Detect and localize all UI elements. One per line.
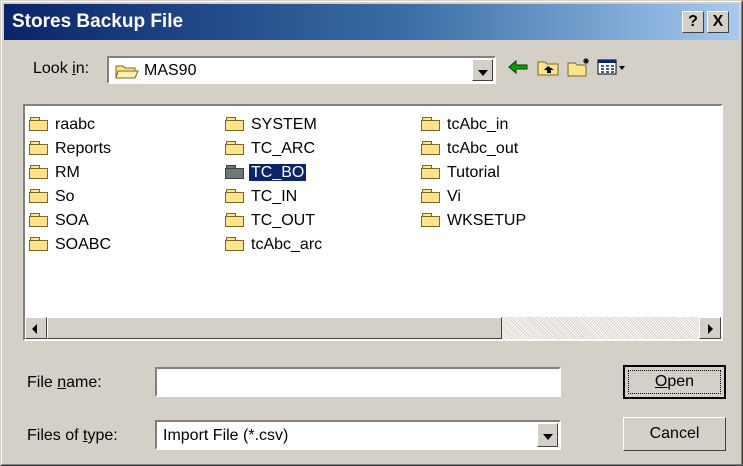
folder-icon xyxy=(29,213,49,228)
folder-icon xyxy=(29,117,49,132)
list-item[interactable]: Vi xyxy=(421,186,463,208)
dialog-title: Stores Backup File xyxy=(12,11,184,32)
folder-icon xyxy=(225,117,245,132)
list-item[interactable]: tcAbc_out xyxy=(421,138,520,160)
folder-icon xyxy=(29,237,49,252)
folder-icon xyxy=(225,213,245,228)
folder-list[interactable]: raabc Reports RM So SOA SOABC SYSTEM TC_… xyxy=(23,104,723,341)
list-item[interactable]: tcAbc_arc xyxy=(225,234,324,256)
folder-icon xyxy=(225,165,245,180)
list-item[interactable]: Tutorial xyxy=(421,162,502,184)
stores-backup-dialog: Stores Backup File ? X Look in: MAS90 ra… xyxy=(0,0,743,466)
open-button[interactable]: Open xyxy=(623,365,726,399)
list-item[interactable]: WKSETUP xyxy=(421,210,528,232)
cancel-button[interactable]: Cancel xyxy=(623,417,726,451)
folder-icon xyxy=(421,165,441,180)
focus-rect xyxy=(628,370,721,394)
horizontal-scrollbar[interactable] xyxy=(25,317,721,339)
list-item[interactable]: RM xyxy=(29,162,82,184)
new-folder-icon[interactable] xyxy=(567,57,591,79)
folder-icon xyxy=(421,117,441,132)
scroll-right-button[interactable] xyxy=(699,317,721,339)
list-item[interactable]: SOA xyxy=(29,210,91,232)
file-type-label: Files of type: xyxy=(27,427,118,444)
folder-icon xyxy=(29,141,49,156)
file-type-dropdown[interactable]: Import File (*.csv) xyxy=(155,420,561,450)
file-type-dropdown-arrow[interactable] xyxy=(537,423,558,447)
list-item[interactable]: SYSTEM xyxy=(225,114,319,136)
folder-icon xyxy=(29,189,49,204)
list-item[interactable]: So xyxy=(29,186,77,208)
folder-icon xyxy=(225,237,245,252)
list-item[interactable]: TC_IN xyxy=(225,186,299,208)
back-arrow-icon[interactable] xyxy=(506,57,530,79)
folder-icon xyxy=(421,141,441,156)
open-folder-icon xyxy=(115,63,139,85)
scrollbar-thumb[interactable] xyxy=(47,317,502,339)
folder-icon xyxy=(421,213,441,228)
list-item[interactable]: tcAbc_in xyxy=(421,114,510,136)
list-item[interactable]: TC_ARC xyxy=(225,138,317,160)
folder-icon xyxy=(225,189,245,204)
list-item[interactable]: Reports xyxy=(29,138,113,160)
title-bar[interactable]: Stores Backup File ? X xyxy=(4,4,739,40)
close-button[interactable]: X xyxy=(707,11,729,33)
list-item[interactable]: TC_OUT xyxy=(225,210,317,232)
folder-icon xyxy=(225,141,245,156)
file-name-input[interactable] xyxy=(155,367,561,397)
list-item[interactable]: SOABC xyxy=(29,234,113,256)
look-in-label: Look in: xyxy=(33,60,90,77)
scroll-left-button[interactable] xyxy=(25,317,47,339)
folder-icon xyxy=(421,189,441,204)
scrollbar-track[interactable] xyxy=(502,317,699,339)
look-in-dropdown-arrow[interactable] xyxy=(472,59,493,81)
look-in-value: MAS90 xyxy=(144,62,197,79)
list-item[interactable]: raabc xyxy=(29,114,97,136)
look-in-dropdown[interactable]: MAS90 xyxy=(107,56,496,84)
help-button[interactable]: ? xyxy=(682,11,704,33)
file-name-label: File name: xyxy=(27,374,102,391)
up-one-level-icon[interactable] xyxy=(536,57,560,79)
folder-icon xyxy=(29,165,49,180)
view-menu-icon[interactable] xyxy=(597,57,627,79)
list-item-selected[interactable]: TC_BO xyxy=(225,162,308,184)
